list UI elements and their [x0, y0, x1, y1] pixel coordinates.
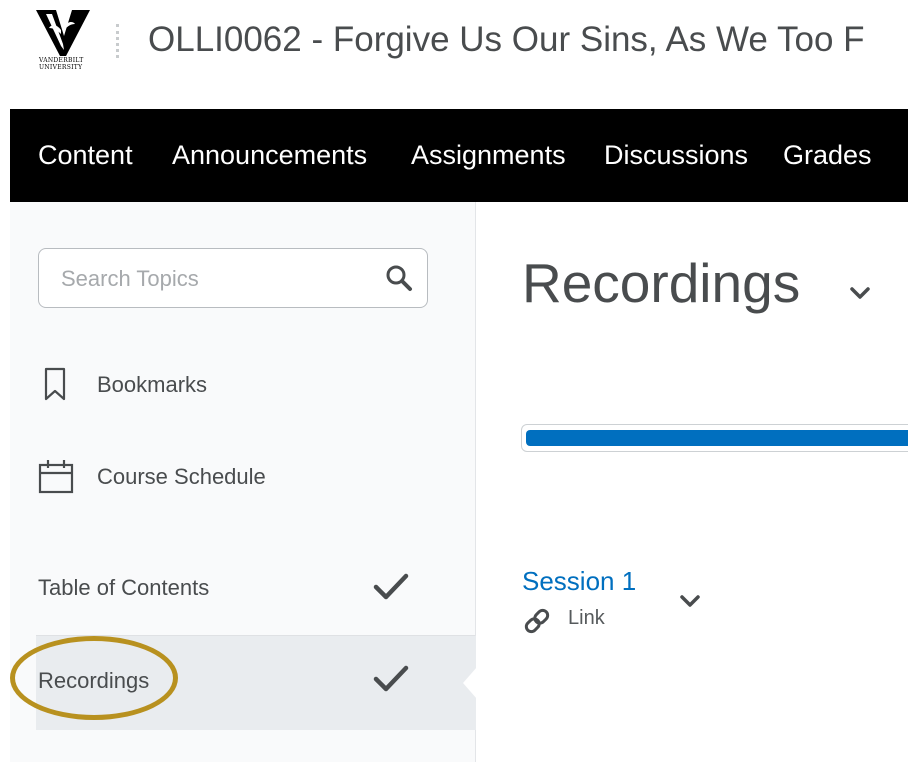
- search-input[interactable]: [61, 259, 361, 299]
- nav-item-assignments[interactable]: Assignments: [411, 138, 566, 172]
- module-title: Recordings: [522, 252, 801, 314]
- topic-link-session-1[interactable]: Session 1: [522, 565, 636, 597]
- nav-item-content[interactable]: Content: [38, 138, 133, 172]
- search-icon[interactable]: [384, 263, 414, 293]
- page: VANDERBILT UNIVERSITY OLLI0062 - Forgive…: [0, 0, 908, 762]
- checkmark-icon: [373, 665, 409, 692]
- sidebar-item-course-schedule[interactable]: Course Schedule: [10, 454, 475, 500]
- selected-indicator: [463, 667, 477, 699]
- vanderbilt-logo-icon: [36, 10, 90, 56]
- link-icon: [524, 608, 550, 634]
- progress-bar: [521, 424, 908, 452]
- sidebar-item-table-of-contents[interactable]: Table of Contents: [10, 562, 475, 612]
- logo-text-line1: VANDERBILT: [39, 57, 84, 64]
- header-divider: [116, 24, 119, 58]
- calendar-icon: [38, 460, 74, 494]
- logo-wordmark: VANDERBILT UNIVERSITY: [39, 57, 99, 71]
- course-title[interactable]: OLLI0062 - Forgive Us Our Sins, As We To…: [148, 17, 865, 63]
- content-sidebar: Bookmarks Course Schedule Table of Conte…: [10, 202, 477, 762]
- header: VANDERBILT UNIVERSITY OLLI0062 - Forgive…: [0, 0, 908, 108]
- topic-type-label: Link: [568, 607, 605, 629]
- progress-bar-fill: [526, 430, 908, 446]
- main-content: Recordings Session 1 Link: [476, 202, 908, 762]
- nav-item-announcements[interactable]: Announcements: [172, 138, 367, 172]
- nav-item-grades[interactable]: Grades: [783, 138, 872, 172]
- sidebar-item-table-of-contents-label: Table of Contents: [38, 575, 210, 600]
- nav-item-discussions[interactable]: Discussions: [604, 138, 748, 172]
- course-navbar: Content Announcements Assignments Discus…: [10, 109, 908, 202]
- chevron-down-icon[interactable]: [678, 592, 702, 610]
- sidebar-item-bookmarks[interactable]: Bookmarks: [10, 362, 475, 408]
- highlight-annotation: [10, 636, 178, 720]
- sidebar-item-bookmarks-label: Bookmarks: [97, 372, 208, 397]
- bookmark-icon: [44, 367, 66, 401]
- sidebar-item-course-schedule-label: Course Schedule: [97, 464, 266, 489]
- chevron-down-icon[interactable]: [848, 284, 872, 302]
- search-box: [38, 248, 428, 308]
- checkmark-icon: [373, 573, 409, 600]
- logo-text-line2: UNIVERSITY: [39, 64, 83, 71]
